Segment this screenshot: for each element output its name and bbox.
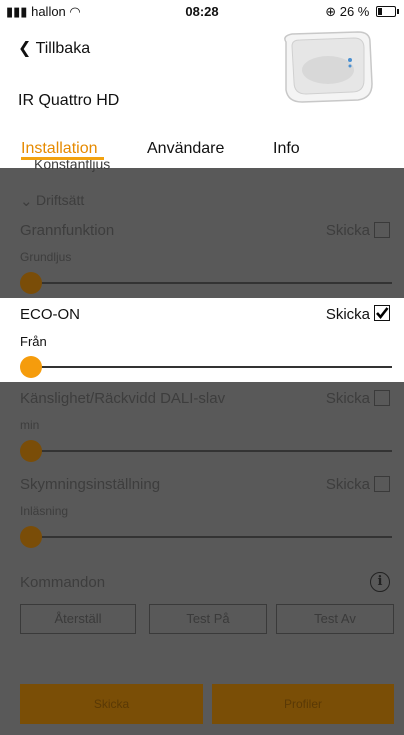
section-driftsatt-label: Driftsätt (36, 192, 85, 208)
tab-anvandare[interactable]: Användare (147, 140, 224, 158)
section-konstantljus[interactable]: Konstantljus (0, 160, 404, 174)
section-konstantljus-label: Konstantljus (34, 160, 111, 172)
setting-label: Grannfunktion (20, 222, 115, 239)
tab-installation[interactable]: Installation (21, 140, 98, 158)
orientation-lock-icon: ⊕ (325, 4, 337, 19)
setting-value: min (20, 418, 40, 432)
chevron-left-icon: ❮ (18, 40, 32, 57)
send-checkbox[interactable] (374, 476, 390, 492)
test-off-button[interactable]: Test Av (276, 604, 394, 634)
setting-eco-on: ECO-ON Skicka Från (0, 298, 404, 382)
send-label: Skicka (325, 476, 370, 493)
back-label: Tillbaka (35, 40, 91, 57)
info-icon[interactable]: i (370, 572, 390, 592)
send-label: Skicka (325, 306, 370, 323)
slider-knob[interactable] (20, 440, 42, 462)
battery-percent: 26 % (339, 4, 370, 19)
setting-label: Skymningsinställning (20, 476, 161, 493)
reset-button[interactable]: Återställ (20, 604, 136, 634)
slider-knob[interactable] (20, 272, 42, 294)
setting-value: Inläsning (20, 504, 69, 518)
setting-kanslighet: Känslighet/Räckvidd DALI-slav Skicka min (0, 388, 404, 462)
send-label: Skicka (325, 222, 370, 239)
dimmed-content: Konstantljus ⌄ Driftsätt Grannfunktion S… (0, 160, 404, 735)
back-button[interactable]: ❮ Tillbaka (18, 38, 90, 58)
slider-track[interactable] (22, 536, 392, 538)
status-bar: ▮▮▮ hallon ◠ 08:28 ⊕ 26 % (0, 0, 404, 22)
setting-value: Grundljus (20, 250, 72, 264)
test-on-button[interactable]: Test På (149, 604, 267, 634)
battery-indicator: ⊕ 26 % (325, 4, 399, 20)
send-label: Skicka (325, 390, 370, 407)
send-checkbox[interactable] (374, 390, 390, 406)
commands-title: Kommandon (20, 574, 106, 591)
setting-grannfunktion: Grannfunktion Skicka Grundljus (0, 220, 404, 300)
setting-skymning: Skymningsinställning Skicka Inläsning (0, 474, 404, 548)
profiles-button[interactable]: Profiler (212, 684, 394, 724)
tab-info[interactable]: Info (273, 140, 300, 158)
chevron-down-icon: ⌄ (20, 193, 33, 210)
checkmark-icon (376, 307, 389, 320)
slider-knob[interactable] (20, 526, 42, 548)
slider-track[interactable] (22, 366, 392, 368)
battery-icon (376, 6, 399, 17)
slider-track[interactable] (22, 450, 392, 452)
setting-label: ECO-ON (20, 306, 80, 323)
send-checkbox[interactable] (374, 305, 390, 321)
setting-label: Känslighet/Räckvidd DALI-slav (20, 390, 226, 407)
send-button[interactable]: Skicka (20, 684, 203, 724)
setting-value: Från (20, 334, 47, 349)
slider-track[interactable] (22, 282, 392, 284)
slider-knob[interactable] (20, 356, 42, 378)
device-image (284, 31, 373, 103)
device-name: IR Quattro HD (18, 92, 120, 109)
send-checkbox[interactable] (374, 222, 390, 238)
